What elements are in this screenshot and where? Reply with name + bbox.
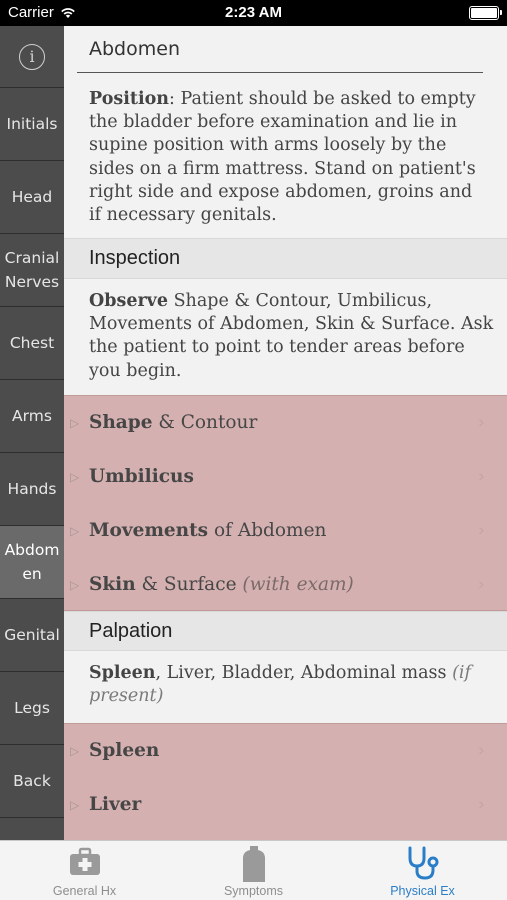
tab-label: Physical Ex — [390, 884, 455, 898]
expand-triangle-icon: ▷ — [70, 743, 80, 758]
sidebar-item-label: Chest — [9, 334, 55, 352]
tab-bar: General Hx Symptoms Physical Ex — [0, 840, 507, 900]
tab-label: Symptoms — [223, 884, 284, 898]
list-item-spleen[interactable]: ▷ Spleen › — [64, 724, 507, 777]
content-panel[interactable]: Abdomen Position: Patient should be aske… — [64, 26, 507, 840]
list-item-skin-surface[interactable]: ▷ Skin & Surface (with exam) › — [64, 558, 507, 611]
section-header-inspection: Inspection — [64, 238, 507, 279]
sidebar-item-label: Cranial Nerves — [4, 249, 60, 291]
chevron-right-icon: › — [477, 740, 485, 761]
palpation-list: ▷ Spleen › ▷ Liver › — [64, 723, 507, 840]
status-bar: Carrier 2:23 AM — [0, 0, 507, 26]
sidebar-item-label: Genital — [4, 626, 60, 644]
chevron-right-icon: › — [477, 466, 485, 487]
inspection-list: ▷ Shape & Contour › ▷ Umbilicus › ▷ Move… — [64, 395, 507, 611]
tab-general-hx[interactable]: General Hx — [0, 841, 169, 900]
sidebar-item-label: Abdomen — [4, 541, 60, 583]
sidebar-item-hands[interactable]: Hands — [0, 453, 64, 526]
expand-triangle-icon: ▷ — [70, 415, 80, 430]
list-item-umbilicus[interactable]: ▷ Umbilicus › — [64, 450, 507, 503]
sidebar-item-head[interactable]: Head — [0, 161, 64, 234]
sidebar-item-back[interactable]: Back — [0, 745, 64, 818]
list-item-label: Liver — [89, 794, 142, 815]
position-label: Position — [89, 89, 169, 109]
list-item-movements[interactable]: ▷ Movements of Abdomen › — [64, 504, 507, 557]
sidebar-item-cranial-nerves[interactable]: Cranial Nerves — [0, 234, 64, 307]
list-item-label: Movements of Abdomen — [89, 520, 327, 541]
sidebar-item-initials[interactable]: Initials — [0, 88, 64, 161]
tab-symptoms[interactable]: Symptoms — [169, 841, 338, 900]
position-text: : Patient should be asked to empty the b… — [89, 89, 476, 226]
stethoscope-icon — [408, 846, 438, 880]
list-item-shape-contour[interactable]: ▷ Shape & Contour › — [64, 396, 507, 449]
chevron-right-icon: › — [477, 520, 485, 541]
expand-triangle-icon: ▷ — [70, 523, 80, 538]
palpation-intro-bold: Spleen — [89, 663, 156, 683]
chevron-right-icon: › — [477, 574, 485, 595]
tab-label: General Hx — [52, 884, 117, 898]
sidebar-item-label: Arms — [12, 407, 52, 425]
list-item-label: Shape & Contour — [89, 412, 258, 433]
sidebar-item-legs[interactable]: Legs — [0, 672, 64, 745]
info-icon: i — [19, 43, 45, 70]
expand-triangle-icon: ▷ — [70, 469, 80, 484]
title-divider — [77, 72, 483, 73]
sidebar-item-arms[interactable]: Arms — [0, 380, 64, 453]
first-aid-kit-icon — [69, 847, 100, 875]
chevron-right-icon: › — [477, 412, 485, 433]
battery-icon — [469, 6, 502, 20]
info-button[interactable]: i — [0, 26, 64, 88]
page-title: Abdomen — [89, 38, 180, 60]
position-paragraph: Position: Patient should be asked to emp… — [89, 88, 489, 227]
section-sidebar: i Initials Head Cranial Nerves Chest Arm… — [0, 26, 64, 840]
inspection-intro-bold: Observe — [89, 291, 168, 311]
inspection-intro: Observe Shape & Contour, Umbilicus, Move… — [89, 290, 494, 383]
section-header-label: Inspection — [89, 247, 181, 269]
sidebar-item-label: Legs — [14, 699, 50, 717]
sidebar-item-label: Hands — [7, 480, 57, 498]
palpation-intro: Spleen, Liver, Bladder, Abdominal mass (… — [89, 662, 494, 708]
expand-triangle-icon: ▷ — [70, 577, 80, 592]
list-item-label: Skin & Surface (with exam) — [89, 574, 354, 595]
list-item-label: Umbilicus — [89, 466, 194, 487]
sidebar-item-label: Head — [11, 188, 53, 206]
palpation-intro-text: , Liver, Bladder, Abdominal mass — [155, 663, 453, 683]
tab-physical-ex[interactable]: Physical Ex — [338, 841, 507, 900]
list-item-liver[interactable]: ▷ Liver › — [64, 778, 507, 831]
expand-triangle-icon: ▷ — [70, 797, 80, 812]
chevron-right-icon: › — [477, 794, 485, 815]
list-item-label: Spleen — [89, 740, 160, 761]
section-header-palpation: Palpation — [64, 611, 507, 651]
sidebar-item-abdomen[interactable]: Abdomen — [0, 526, 64, 599]
section-header-label: Palpation — [89, 619, 173, 642]
status-time: 2:23 AM — [225, 4, 282, 21]
sidebar-item-label: Initials — [6, 115, 58, 133]
sidebar-item-genital[interactable]: Genital — [0, 599, 64, 672]
sidebar-item-chest[interactable]: Chest — [0, 307, 64, 380]
body-silhouette-icon — [242, 846, 265, 882]
sidebar-item-label: Back — [13, 772, 51, 790]
